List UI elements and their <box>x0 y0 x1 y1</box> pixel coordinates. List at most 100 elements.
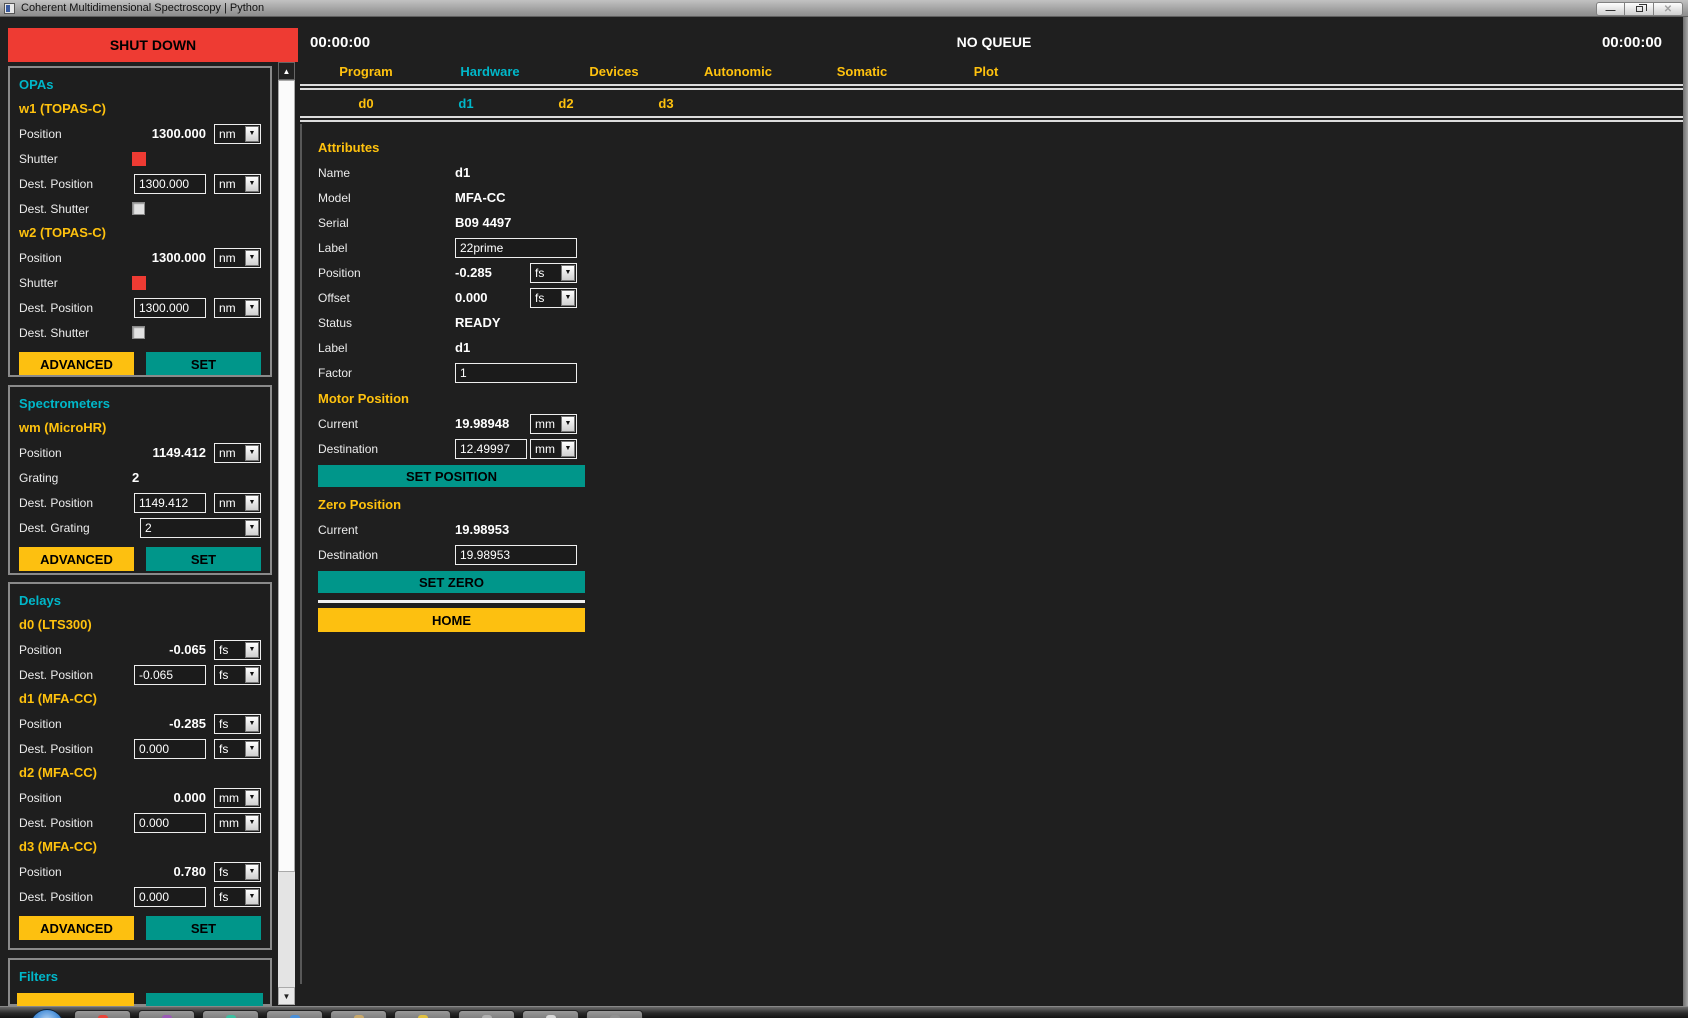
d1-position-unit-dropdown[interactable]: fs▼ <box>214 714 261 734</box>
w2-position-row: Position 1300.000 nm▼ <box>19 245 261 270</box>
field-label: Dest. Position <box>19 668 132 682</box>
d3-dest-unit-dropdown[interactable]: fs▼ <box>214 887 261 907</box>
w1-position-unit-dropdown[interactable]: nm▼ <box>214 124 261 144</box>
d1-dest-unit-dropdown[interactable]: fs▼ <box>214 739 261 759</box>
w1-dest-shutter-checkbox[interactable] <box>132 202 145 215</box>
label-input[interactable] <box>455 238 577 258</box>
chevron-down-icon: ▼ <box>561 265 575 281</box>
taskbar-button[interactable] <box>266 1010 323 1018</box>
tab-autonomic[interactable]: Autonomic <box>676 62 800 84</box>
home-button[interactable]: HOME <box>318 608 585 632</box>
d2-dest-position-input[interactable] <box>134 813 206 833</box>
close-button[interactable]: ✕ <box>1654 2 1683 16</box>
d2-position-unit-dropdown[interactable]: mm▼ <box>214 788 261 808</box>
group-title-d3: d3 (MFA-CC) <box>19 835 261 859</box>
opas-advanced-button[interactable]: ADVANCED <box>19 352 134 376</box>
subtab-d0[interactable]: d0 <box>316 94 416 116</box>
w2-shutter-indicator <box>132 276 146 290</box>
application-window: Coherent Multidimensional Spectroscopy |… <box>0 0 1688 1018</box>
taskbar-button[interactable] <box>202 1010 259 1018</box>
d2-dest-unit-dropdown[interactable]: mm▼ <box>214 813 261 833</box>
taskbar-button[interactable] <box>458 1010 515 1018</box>
window-title: Coherent Multidimensional Spectroscopy |… <box>21 2 264 14</box>
chevron-down-icon: ▼ <box>245 889 259 905</box>
delays-set-button[interactable]: SET <box>146 916 261 940</box>
wm-dest-grating-dropdown[interactable]: 2▼ <box>140 518 261 538</box>
w2-dest-unit-dropdown[interactable]: nm▼ <box>214 298 261 318</box>
field-label: Dest. Position <box>19 496 132 510</box>
unit-value: mm <box>215 789 244 807</box>
d3-dest-position-input[interactable] <box>134 887 206 907</box>
model-value: MFA-CC <box>455 190 506 205</box>
field-label: Position <box>19 127 132 141</box>
unit-value: fs <box>215 740 244 758</box>
d0-dest-unit-dropdown[interactable]: fs▼ <box>214 665 261 685</box>
field-label: Status <box>318 316 455 330</box>
minimize-button[interactable]: — <box>1596 2 1625 16</box>
grating-value: 2 <box>141 519 244 537</box>
taskbar-button[interactable] <box>394 1010 451 1018</box>
wm-dest-unit-dropdown[interactable]: nm▼ <box>214 493 261 513</box>
unit-value: fs <box>215 863 244 881</box>
taskbar-button[interactable] <box>586 1010 643 1018</box>
taskbar[interactable] <box>0 1006 1688 1018</box>
taskbar-button[interactable] <box>138 1010 195 1018</box>
start-button-icon[interactable] <box>30 1009 64 1018</box>
w1-dest-position-input[interactable] <box>134 174 206 194</box>
runtime-timer: 00:00:00 <box>1602 34 1662 51</box>
group-title-w1: w1 (TOPAS-C) <box>19 97 261 121</box>
w2-dest-position-input[interactable] <box>134 298 206 318</box>
tab-devices[interactable]: Devices <box>552 62 676 84</box>
d2-position-row: Position 0.000 mm▼ <box>19 785 261 810</box>
w1-position-row: Position 1300.000 nm▼ <box>19 121 261 146</box>
factor-row: Factor <box>318 360 585 385</box>
field-label: Dest. Shutter <box>19 202 132 216</box>
wm-position-unit-dropdown[interactable]: nm▼ <box>214 443 261 463</box>
offset-unit-dropdown[interactable]: fs▼ <box>530 288 577 308</box>
shut-down-button[interactable]: SHUT DOWN <box>8 28 298 62</box>
subtab-d2[interactable]: d2 <box>516 94 616 116</box>
factor-input[interactable] <box>455 363 577 383</box>
opas-set-button[interactable]: SET <box>146 352 261 376</box>
chevron-down-icon: ▼ <box>245 667 259 683</box>
d1-dest-position-input[interactable] <box>134 739 206 759</box>
delays-advanced-button[interactable]: ADVANCED <box>19 916 134 940</box>
d0-dest-position-input[interactable] <box>134 665 206 685</box>
taskbar-button[interactable] <box>522 1010 579 1018</box>
motor-current-unit-dropdown[interactable]: mm▼ <box>530 414 577 434</box>
tab-hardware[interactable]: Hardware <box>428 62 552 84</box>
w2-dest-shutter-checkbox[interactable] <box>132 326 145 339</box>
maximize-button[interactable] <box>1625 2 1654 16</box>
zero-destination-row: Destination <box>318 542 585 567</box>
sidebar-scrollbar[interactable]: ▲ ▼ <box>278 62 295 1005</box>
d3-position-unit-dropdown[interactable]: fs▼ <box>214 862 261 882</box>
taskbar-button[interactable] <box>330 1010 387 1018</box>
scroll-down-icon[interactable]: ▼ <box>278 987 295 1005</box>
position-unit-dropdown[interactable]: fs▼ <box>530 263 577 283</box>
scrollbar-thumb[interactable] <box>278 80 295 872</box>
zero-destination-input[interactable] <box>455 545 577 565</box>
tab-plot[interactable]: Plot <box>924 62 1048 84</box>
w1-dest-unit-dropdown[interactable]: nm▼ <box>214 174 261 194</box>
wm-dest-position-input[interactable] <box>134 493 206 513</box>
scroll-up-icon[interactable]: ▲ <box>278 62 295 80</box>
field-label: Dest. Position <box>19 816 132 830</box>
motor-destination-unit-dropdown[interactable]: mm▼ <box>530 439 577 459</box>
field-label: Serial <box>318 216 455 230</box>
d0-position-unit-dropdown[interactable]: fs▼ <box>214 640 261 660</box>
taskbar-button[interactable] <box>74 1010 131 1018</box>
set-zero-button[interactable]: SET ZERO <box>318 571 585 593</box>
w2-position-unit-dropdown[interactable]: nm▼ <box>214 248 261 268</box>
tab-program[interactable]: Program <box>304 62 428 84</box>
group-title-d1: d1 (MFA-CC) <box>19 687 261 711</box>
chevron-down-icon: ▼ <box>245 790 259 806</box>
subtab-d3[interactable]: d3 <box>616 94 716 116</box>
close-icon: ✕ <box>1664 4 1672 15</box>
field-label: Position <box>19 251 132 265</box>
tab-somatic[interactable]: Somatic <box>800 62 924 84</box>
set-position-button[interactable]: SET POSITION <box>318 465 585 487</box>
spectrometers-set-button[interactable]: SET <box>146 547 261 571</box>
spectrometers-advanced-button[interactable]: ADVANCED <box>19 547 134 571</box>
subtab-d1[interactable]: d1 <box>416 94 516 116</box>
motor-destination-input[interactable] <box>455 439 527 459</box>
